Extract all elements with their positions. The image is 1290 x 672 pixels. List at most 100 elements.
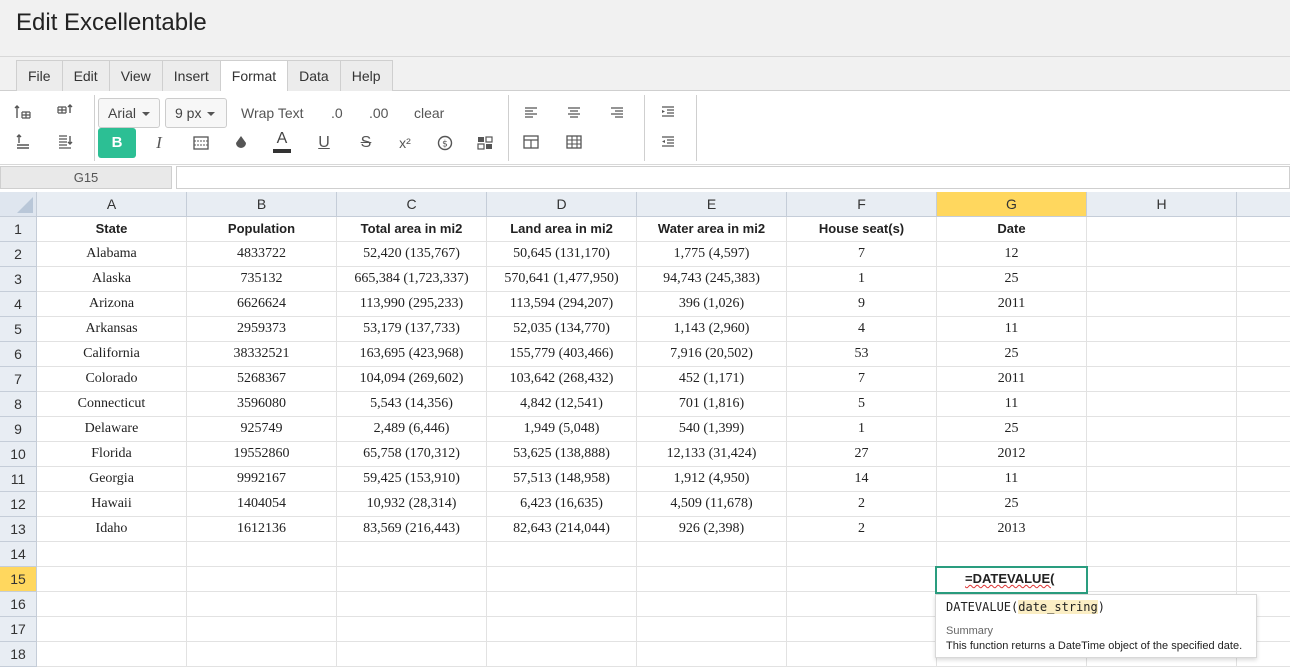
cell-e16[interactable] xyxy=(637,592,787,617)
cell-partial-9[interactable] xyxy=(1237,417,1290,442)
cell-d1[interactable]: Land area in mi2 xyxy=(487,217,637,242)
cell-f6[interactable]: 53 xyxy=(787,342,937,367)
cell-d8[interactable]: 4,842 (12,541) xyxy=(487,392,637,417)
cell-d7[interactable]: 103,642 (268,432) xyxy=(487,367,637,392)
cell-d4[interactable]: 113,594 (294,207) xyxy=(487,292,637,317)
superscript-button[interactable]: x² xyxy=(390,129,420,157)
cell-a7[interactable]: Colorado xyxy=(37,367,187,392)
cell-d2[interactable]: 50,645 (131,170) xyxy=(487,242,637,267)
cell-c13[interactable]: 83,569 (216,443) xyxy=(337,517,487,542)
cell-f17[interactable] xyxy=(787,617,937,642)
strikethrough-button[interactable]: S xyxy=(351,129,381,157)
cell-e3[interactable]: 94,743 (245,383) xyxy=(637,267,787,292)
cell-g5[interactable]: 11 xyxy=(937,317,1087,342)
cell-a18[interactable] xyxy=(37,642,187,667)
column-header-partial[interactable] xyxy=(1237,192,1290,217)
cell-c16[interactable] xyxy=(337,592,487,617)
cell-d6[interactable]: 155,779 (403,466) xyxy=(487,342,637,367)
cell-b2[interactable]: 4833722 xyxy=(187,242,337,267)
cell-b14[interactable] xyxy=(187,542,337,567)
menu-insert[interactable]: Insert xyxy=(161,60,221,91)
cell-d16[interactable] xyxy=(487,592,637,617)
cell-e8[interactable]: 701 (1,816) xyxy=(637,392,787,417)
cell-e11[interactable]: 1,912 (4,950) xyxy=(637,467,787,492)
cell-c15[interactable] xyxy=(337,567,487,592)
cell-b15[interactable] xyxy=(187,567,337,592)
decimal-one-button[interactable]: .0 xyxy=(331,99,343,127)
cell-e2[interactable]: 1,775 (4,597) xyxy=(637,242,787,267)
menu-edit[interactable]: Edit xyxy=(61,60,110,91)
cell-g10[interactable]: 2012 xyxy=(937,442,1087,467)
row-header-14[interactable]: 14 xyxy=(0,542,37,567)
menu-view[interactable]: View xyxy=(108,60,163,91)
cell-partial-8[interactable] xyxy=(1237,392,1290,417)
cell-g6[interactable]: 25 xyxy=(937,342,1087,367)
row-header-3[interactable]: 3 xyxy=(0,267,37,292)
cell-a14[interactable] xyxy=(37,542,187,567)
sort-icon[interactable] xyxy=(50,128,80,156)
cell-g2[interactable]: 12 xyxy=(937,242,1087,267)
cell-partial-6[interactable] xyxy=(1237,342,1290,367)
column-header-d[interactable]: D xyxy=(487,192,637,217)
column-header-h[interactable]: H xyxy=(1087,192,1237,217)
cell-h12[interactable] xyxy=(1087,492,1237,517)
decrease-indent-icon[interactable] xyxy=(653,128,683,156)
formula-input[interactable] xyxy=(176,166,1290,189)
cell-h15[interactable] xyxy=(1087,567,1237,592)
cell-h5[interactable] xyxy=(1087,317,1237,342)
cell-b6[interactable]: 38332521 xyxy=(187,342,337,367)
cell-partial-12[interactable] xyxy=(1237,492,1290,517)
align-center-icon[interactable] xyxy=(559,98,589,126)
cell-g3[interactable]: 25 xyxy=(937,267,1087,292)
cell-b8[interactable]: 3596080 xyxy=(187,392,337,417)
cell-c1[interactable]: Total area in mi2 xyxy=(337,217,487,242)
menu-data[interactable]: Data xyxy=(287,60,341,91)
cell-a1[interactable]: State xyxy=(37,217,187,242)
cell-e15[interactable] xyxy=(637,567,787,592)
cell-c12[interactable]: 10,932 (28,314) xyxy=(337,492,487,517)
underline-button[interactable]: U xyxy=(309,129,339,157)
cell-c18[interactable] xyxy=(337,642,487,667)
cell-f18[interactable] xyxy=(787,642,937,667)
cell-c3[interactable]: 665,384 (1,723,337) xyxy=(337,267,487,292)
cell-f4[interactable]: 9 xyxy=(787,292,937,317)
cell-d17[interactable] xyxy=(487,617,637,642)
cell-h13[interactable] xyxy=(1087,517,1237,542)
cell-b10[interactable]: 19552860 xyxy=(187,442,337,467)
cell-h6[interactable] xyxy=(1087,342,1237,367)
row-header-13[interactable]: 13 xyxy=(0,517,37,542)
bold-button[interactable]: B xyxy=(98,128,136,158)
indent-rows-icon[interactable] xyxy=(8,128,38,156)
cell-d10[interactable]: 53,625 (138,888) xyxy=(487,442,637,467)
cell-g14[interactable] xyxy=(937,542,1087,567)
cell-a5[interactable]: Arkansas xyxy=(37,317,187,342)
cell-d13[interactable]: 82,643 (214,044) xyxy=(487,517,637,542)
cell-f14[interactable] xyxy=(787,542,937,567)
cell-e14[interactable] xyxy=(637,542,787,567)
cell-h3[interactable] xyxy=(1087,267,1237,292)
cell-h1[interactable] xyxy=(1087,217,1237,242)
column-header-c[interactable]: C xyxy=(337,192,487,217)
cell-d9[interactable]: 1,949 (5,048) xyxy=(487,417,637,442)
cell-h9[interactable] xyxy=(1087,417,1237,442)
menu-help[interactable]: Help xyxy=(339,60,393,91)
menu-file[interactable]: File xyxy=(16,60,63,91)
cell-c14[interactable] xyxy=(337,542,487,567)
cell-b16[interactable] xyxy=(187,592,337,617)
cell-e17[interactable] xyxy=(637,617,787,642)
cell-partial-3[interactable] xyxy=(1237,267,1290,292)
cell-b17[interactable] xyxy=(187,617,337,642)
row-header-2[interactable]: 2 xyxy=(0,242,37,267)
cell-partial-14[interactable] xyxy=(1237,542,1290,567)
cell-c9[interactable]: 2,489 (6,446) xyxy=(337,417,487,442)
menu-format[interactable]: Format xyxy=(219,60,289,92)
cell-h11[interactable] xyxy=(1087,467,1237,492)
cell-b13[interactable]: 1612136 xyxy=(187,517,337,542)
cell-c7[interactable]: 104,094 (269,602) xyxy=(337,367,487,392)
cell-f12[interactable]: 2 xyxy=(787,492,937,517)
row-header-10[interactable]: 10 xyxy=(0,442,37,467)
cell-b18[interactable] xyxy=(187,642,337,667)
cell-c11[interactable]: 59,425 (153,910) xyxy=(337,467,487,492)
name-box[interactable]: G15 xyxy=(0,166,172,189)
cell-partial-15[interactable] xyxy=(1237,567,1290,592)
